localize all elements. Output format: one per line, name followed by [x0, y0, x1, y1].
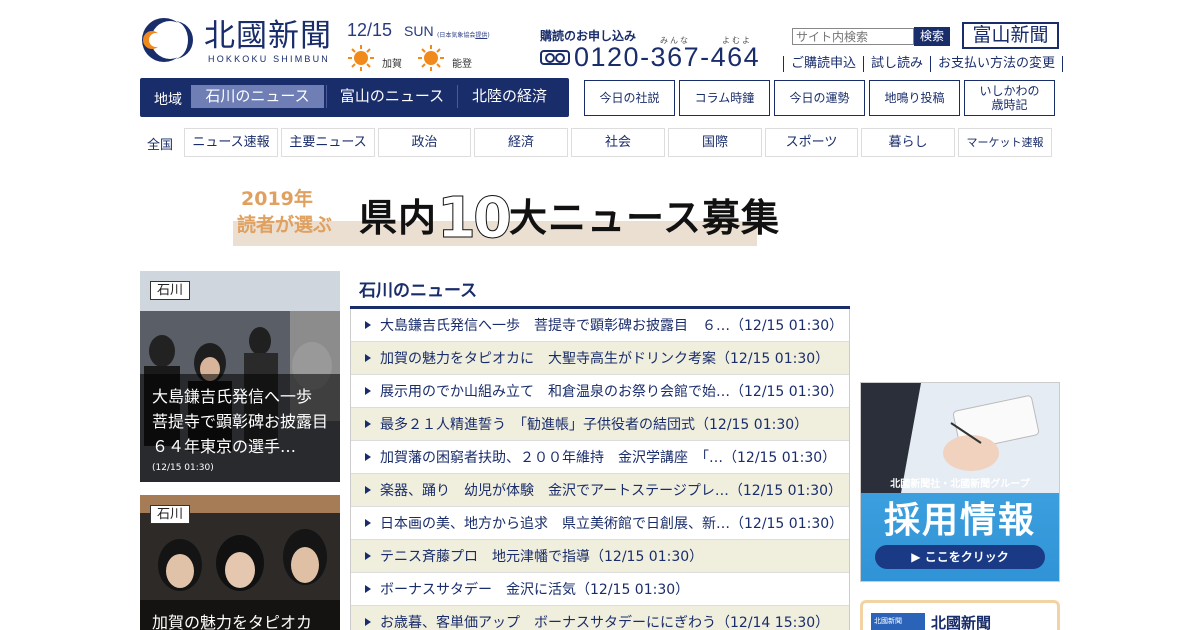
link-payment[interactable]: お支払い方法の変更 [930, 56, 1064, 72]
column-jisho-button[interactable]: コラム時鐘 [679, 80, 770, 116]
news-item-title[interactable]: 加賀の魅力をタピオカに 大聖寺高生がドリンク考案（12/15 01:30） [380, 348, 829, 368]
category-society[interactable]: 社会 [571, 128, 665, 157]
editorial-button[interactable]: 今日の社説 [584, 80, 675, 116]
photo-region-tag: 石川 [150, 505, 191, 524]
news-item[interactable]: 最多２１人精進誓う 「勧進帳」子供役者の結団式（12/15 01:30） [351, 408, 849, 441]
category-top-news[interactable]: 主要ニュース [281, 128, 375, 157]
news-section-title: 石川のニュース [359, 281, 478, 301]
category-economy[interactable]: 経済 [474, 128, 568, 157]
subscribe-phone[interactable]: 0120-367-464 [574, 42, 760, 73]
sun-icon[interactable] [417, 44, 445, 72]
weather-region-noto: 能登 [452, 59, 472, 70]
bullet-arrow-icon [365, 585, 371, 593]
category-living[interactable]: 暮らし [861, 128, 955, 157]
search-button[interactable]: 検索 [914, 27, 950, 46]
banner-title: 県内10大ニュース募集 [359, 190, 781, 247]
ad-click-button[interactable]: ▶ ここをクリック [875, 545, 1045, 569]
bullet-arrow-icon [365, 552, 371, 560]
category-sports[interactable]: スポーツ [765, 128, 858, 157]
region-nav: 地域 石川のニュース 富山のニュース 北陸の経済 [140, 78, 569, 117]
ad-title: 採用情報 [883, 500, 1036, 541]
news-item[interactable]: テニス斉藤プロ 地元津幡で指導（12/15 01:30） [351, 540, 849, 573]
photo-caption-text: 加賀の魅力をタピオカ [152, 613, 313, 630]
photo-caption: 加賀の魅力をタピオカ [140, 600, 340, 630]
weather-source-link[interactable]: 提供 [475, 32, 487, 39]
logo-text: 北國新聞 [204, 18, 332, 54]
toyama-shimbun-button[interactable]: 富山新聞 [962, 22, 1059, 49]
site-search-input[interactable] [792, 28, 914, 45]
bullet-arrow-icon [365, 321, 371, 329]
photo-timestamp: (12/15 01:30) [152, 463, 214, 473]
news-item[interactable]: 展示用のでか山組み立て 和倉温泉のお祭り会館で始…（12/15 01:30） [351, 375, 849, 408]
photo-caption-text: 大島鎌吉氏発信へ一歩 菩提寺で顕彰碑お披露目 ６４年東京の選手… [152, 387, 340, 456]
region-nav-label: 地域 [154, 92, 182, 108]
news-item-title[interactable]: 加賀藩の困窮者扶助、２００年維持 金沢学講座 「…（12/15 01:30） [380, 447, 836, 467]
news-item[interactable]: 大島鎌吉氏発信へ一歩 菩提寺で顕彰碑お披露目 ６…（12/15 01:30） [351, 309, 849, 342]
news-item[interactable]: 日本画の美、地方から追求 県立美術館で日創展、新…（12/15 01:30） [351, 507, 849, 540]
bullet-arrow-icon [365, 420, 371, 428]
horoscope-button[interactable]: 今日の運勢 [774, 80, 865, 116]
banner-title-number: 10 [437, 186, 513, 251]
news-item-title[interactable]: 最多２１人精進誓う 「勧進帳」子供役者の結団式（12/15 01:30） [380, 414, 808, 434]
category-international[interactable]: 国際 [668, 128, 762, 157]
recruit-ad-banner[interactable]: 北國新聞社・北國新聞グループ 採用情報 ▶ ここをクリック [860, 382, 1060, 582]
news-item-title[interactable]: お歳暮、客単価アップ ボーナスサタデーににぎわう（12/14 15:30） [380, 612, 829, 630]
bullet-arrow-icon [365, 486, 371, 494]
banner-title-prefix: 県内 [359, 196, 438, 240]
banner-title-suffix: 大ニュース募集 [508, 196, 781, 240]
promo-logo: 北國新聞 [871, 613, 925, 630]
current-date: 12/15 [347, 20, 393, 40]
photo-region-tag: 石川 [150, 281, 191, 300]
news-item-title[interactable]: ボーナスサタデー 金沢に活気（12/15 01:30） [380, 579, 689, 599]
bullet-arrow-icon [365, 354, 371, 362]
news-item-title[interactable]: 楽器、踊り 幼児が体験 金沢でアートステージプレ…（12/15 01:30） [380, 480, 842, 500]
sun-icon[interactable] [347, 44, 375, 72]
banner-year: 2019年 [241, 188, 313, 210]
reader-letters-button[interactable]: 地鳴り投稿 [869, 80, 960, 116]
page: 北國新聞 HOKKOKU SHIMBUN 12/15 SUN (日本気象協会提供… [0, 0, 1200, 630]
news-item[interactable]: お歳暮、客単価アップ ボーナスサタデーににぎわう（12/14 15:30） [351, 606, 849, 630]
top-links: ご購読申込 試し読み お支払い方法の変更 [783, 56, 1064, 72]
featured-photo-card[interactable]: 石川 加賀の魅力をタピオカ [140, 495, 340, 630]
seasonal-events-button[interactable]: いしかわの 歳時記 [964, 80, 1055, 116]
bullet-arrow-icon [365, 453, 371, 461]
weather-source: (日本気象協会提供) [437, 30, 490, 39]
news-item-title[interactable]: 日本画の美、地方から追求 県立美術館で日創展、新…（12/15 01:30） [380, 513, 843, 533]
current-weekday: SUN [404, 23, 434, 39]
category-market[interactable]: マーケット速報 [958, 128, 1052, 157]
news-list: 大島鎌吉氏発信へ一歩 菩提寺で顕彰碑お披露目 ６…（12/15 01:30） 加… [350, 309, 850, 630]
weather-region-kaga: 加賀 [382, 59, 402, 70]
tab-toyama-news[interactable]: 富山のニュース [326, 85, 457, 108]
photo-caption: 大島鎌吉氏発信へ一歩 菩提寺で顕彰碑お披露目 ６４年東京の選手… (12/15 … [140, 374, 340, 482]
tab-hokuriku-economy[interactable]: 北陸の経済 [457, 85, 561, 108]
tab-ishikawa-news[interactable]: 石川のニュース [191, 85, 324, 108]
logo-subtitle: HOKKOKU SHIMBUN [208, 54, 331, 64]
category-nav-label: 全国 [147, 138, 174, 153]
site-logo[interactable]: 北國新聞 HOKKOKU SHIMBUN [140, 16, 340, 66]
weather-source-prefix: (日本気象協会 [437, 32, 476, 39]
promo-box[interactable]: 北國新聞 北國新聞 [860, 600, 1060, 630]
news-item-title[interactable]: 大島鎌吉氏発信へ一歩 菩提寺で顕彰碑お披露目 ６…（12/15 01:30） [380, 315, 843, 335]
link-trial[interactable]: 試し読み [863, 56, 930, 72]
news-item[interactable]: 加賀藩の困窮者扶助、２００年維持 金沢学講座 「…（12/15 01:30） [351, 441, 849, 474]
news-item-title[interactable]: テニス斉藤プロ 地元津幡で指導（12/15 01:30） [380, 546, 703, 566]
top-ten-news-banner[interactable]: 2019年 読者が選ぶ 県内10大ニュース募集 [233, 183, 779, 247]
category-politics[interactable]: 政治 [378, 128, 471, 157]
news-item[interactable]: 楽器、踊り 幼児が体験 金沢でアートステージプレ…（12/15 01:30） [351, 474, 849, 507]
ad-company-name: 北國新聞社・北國新聞グループ [890, 479, 1030, 490]
link-subscribe[interactable]: ご購読申込 [783, 56, 863, 72]
news-item[interactable]: ボーナスサタデー 金沢に活気（12/15 01:30） [351, 573, 849, 606]
banner-subtitle: 読者が選ぶ [237, 214, 333, 236]
news-item-title[interactable]: 展示用のでか山組み立て 和倉温泉のお祭り会館で始…（12/15 01:30） [380, 381, 843, 401]
promo-name: 北國新聞 [931, 614, 992, 630]
bullet-arrow-icon [365, 519, 371, 527]
news-item[interactable]: 加賀の魅力をタピオカに 大聖寺高生がドリンク考案（12/15 01:30） [351, 342, 849, 375]
freedial-icon [540, 50, 570, 65]
bullet-arrow-icon [365, 387, 371, 395]
category-breaking-news[interactable]: ニュース速報 [184, 128, 278, 157]
logo-mark-icon [142, 18, 193, 62]
weather-source-suffix: ) [487, 32, 490, 39]
featured-photo-card[interactable]: 石川 大島鎌吉氏発信へ一歩 菩提寺で顕彰碑お披露目 ６４年東京の選手… (12/… [140, 271, 340, 482]
bullet-arrow-icon [365, 618, 371, 626]
